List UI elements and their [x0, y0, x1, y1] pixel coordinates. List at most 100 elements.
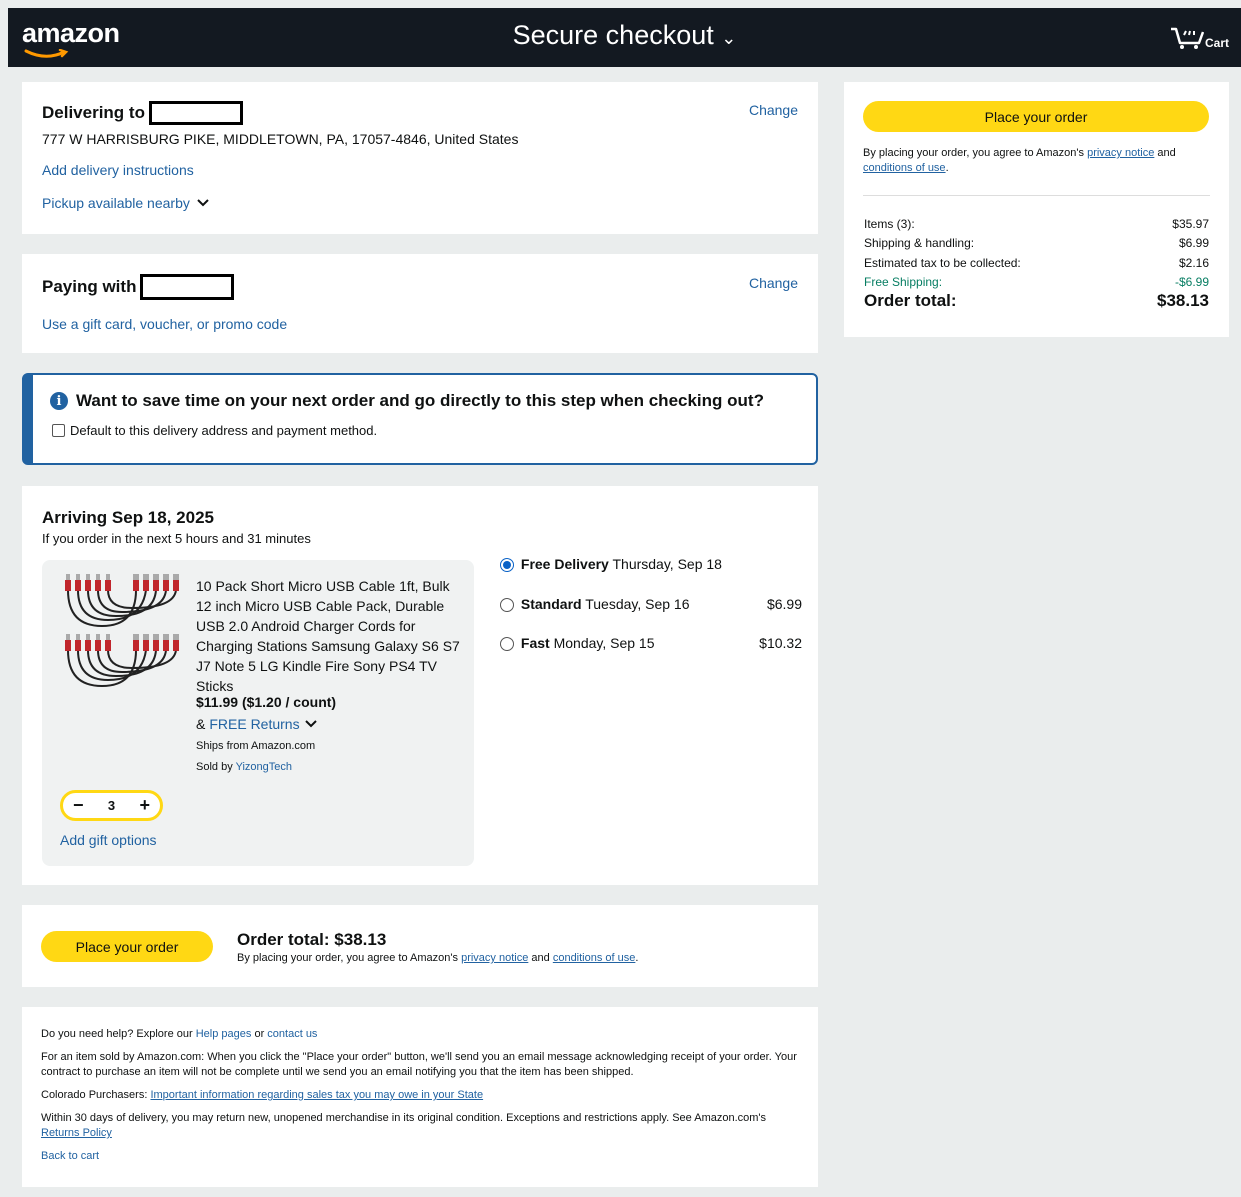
chevron-down-icon: [197, 199, 209, 207]
row-label: Items (3):: [864, 217, 915, 231]
bottom-order-section: Place your order Order total: $38.13 By …: [22, 905, 818, 987]
option-date: Monday, Sep 15: [553, 635, 655, 651]
fast-price: $10.32: [759, 635, 802, 651]
default-address-checkbox-row[interactable]: Default to this delivery address and pay…: [52, 423, 377, 438]
or-text: or: [254, 1028, 265, 1040]
returns-note: Within 30 days of delivery, you may retu…: [41, 1112, 767, 1124]
payment-heading: Paying with: [42, 274, 235, 300]
row-label: Estimated tax to be collected:: [864, 256, 1021, 270]
radio-free-delivery[interactable]: [500, 558, 514, 573]
save-time-banner: i Want to save time on your next order a…: [22, 373, 818, 465]
change-address-link[interactable]: Change: [749, 102, 798, 118]
total-value: $38.13: [1157, 291, 1209, 310]
conditions-of-use-link[interactable]: conditions of use: [553, 952, 636, 964]
product-image[interactable]: [62, 574, 186, 702]
minus-icon[interactable]: −: [73, 795, 84, 816]
delivery-heading-text: Delivering to: [42, 103, 145, 122]
amazon-order-note: For an item sold by Amazon.com: When you…: [41, 1051, 797, 1078]
summary-row-free-shipping: Free Shipping: -$6.99: [864, 275, 1209, 289]
option-name: Fast: [520, 635, 550, 651]
payment-heading-text: Paying with: [42, 277, 137, 296]
row-value: $35.97: [1172, 217, 1209, 231]
period: .: [945, 162, 949, 174]
agree-prefix: By placing your order, you agree to Amaz…: [237, 952, 459, 964]
free-returns-link: FREE Returns: [209, 716, 300, 732]
place-order-button[interactable]: Place your order: [863, 101, 1209, 132]
summary-order-total: Order total: $38.13: [864, 291, 1209, 311]
conditions-of-use-link[interactable]: conditions of use: [863, 162, 946, 174]
redacted-name: [148, 101, 243, 125]
help-prefix: Do you need help? Explore our: [41, 1028, 193, 1040]
period: .: [635, 952, 639, 964]
returns-policy-link[interactable]: Returns Policy: [41, 1127, 112, 1139]
chevron-down-icon: [304, 720, 317, 728]
summary-row-tax: Estimated tax to be collected: $2.16: [864, 256, 1209, 270]
plus-icon[interactable]: +: [139, 795, 150, 816]
privacy-notice-link[interactable]: privacy notice: [461, 952, 528, 964]
place-order-button-bottom[interactable]: Place your order: [41, 931, 213, 962]
product-card: 10 Pack Short Micro USB Cable 1ft, Bulk …: [42, 560, 474, 866]
cart-button[interactable]: Cart: [1170, 26, 1229, 50]
summary-divider: [863, 195, 1210, 196]
product-title[interactable]: 10 Pack Short Micro USB Cable 1ft, Bulk …: [196, 576, 464, 696]
delivery-option-fast[interactable]: Fast Monday, Sep 15: [500, 635, 655, 652]
radio-standard[interactable]: [500, 598, 514, 613]
change-payment-link[interactable]: Change: [749, 275, 798, 291]
privacy-notice-link[interactable]: privacy notice: [1087, 147, 1154, 159]
pickup-nearby-link: Pickup available nearby: [42, 195, 190, 211]
option-date: Tuesday, Sep 16: [585, 596, 690, 612]
top-header: amazon Secure checkout ⌄ Cart: [8, 8, 1241, 67]
seller-link[interactable]: YizongTech: [236, 761, 292, 773]
radio-fast[interactable]: [500, 637, 514, 652]
payment-section: Paying with Change Use a gift card, vouc…: [22, 254, 818, 353]
default-address-label: Default to this delivery address and pay…: [70, 423, 378, 438]
add-delivery-instructions-link[interactable]: Add delivery instructions: [42, 162, 194, 178]
row-value: $6.99: [1178, 236, 1209, 250]
gift-card-promo-link[interactable]: Use a gift card, voucher, or promo code: [42, 316, 287, 332]
add-gift-options-link[interactable]: Add gift options: [60, 832, 157, 848]
sold-by-row: Sold by YizongTech: [196, 761, 292, 773]
delivery-heading: Delivering to: [42, 101, 243, 125]
sold-by-prefix: Sold by: [196, 761, 233, 773]
back-to-cart-link[interactable]: Back to cart: [41, 1150, 99, 1162]
agree-prefix: By placing your order, you agree to Amaz…: [863, 147, 1085, 159]
row-label: Shipping & handling:: [864, 236, 975, 250]
cart-label: Cart: [1204, 36, 1229, 50]
chevron-down-icon: ⌄: [721, 28, 737, 48]
checkout-title-text: Secure checkout: [512, 20, 714, 50]
option-date: Thursday, Sep 18: [612, 556, 722, 572]
standard-price: $6.99: [766, 596, 802, 612]
order-summary: Place your order By placing your order, …: [844, 82, 1229, 337]
help-footer: Do you need help? Explore our Help pages…: [22, 1007, 818, 1187]
summary-row-items: Items (3): $35.97: [864, 217, 1209, 231]
quantity-value: 3: [107, 798, 116, 813]
banner-question-text: Want to save time on your next order and…: [76, 391, 764, 410]
product-price: $11.99 ($1.20 / count): [196, 694, 337, 710]
contact-us-link[interactable]: contact us: [267, 1028, 317, 1040]
help-pages-link[interactable]: Help pages: [196, 1028, 252, 1040]
bottom-agreement: By placing your order, you agree to Amaz…: [237, 952, 638, 964]
bottom-order-total: Order total: $38.13: [237, 930, 387, 949]
help-line: Do you need help? Explore our Help pages…: [41, 1027, 799, 1042]
colorado-tax-link[interactable]: Important information regarding sales ta…: [150, 1089, 483, 1101]
shipment-section: Arriving Sep 18, 2025 If you order in th…: [22, 486, 818, 885]
cart-icon: [1170, 27, 1204, 49]
and-text: and: [1157, 147, 1176, 159]
default-address-checkbox[interactable]: [52, 424, 65, 437]
delivery-option-free[interactable]: Free Delivery Thursday, Sep 18: [500, 556, 722, 573]
total-label: Order total:: [864, 291, 957, 310]
free-returns-prefix: &: [196, 716, 206, 732]
option-name: Standard: [520, 596, 582, 612]
returns-line: Within 30 days of delivery, you may retu…: [41, 1111, 799, 1141]
delivery-option-standard[interactable]: Standard Tuesday, Sep 16: [500, 596, 690, 613]
row-label: Free Shipping:: [864, 275, 943, 289]
colorado-line: Colorado Purchasers: Important informati…: [41, 1088, 799, 1103]
row-value: $2.16: [1178, 256, 1209, 270]
checkout-title[interactable]: Secure checkout ⌄: [8, 20, 1241, 51]
pickup-nearby-toggle[interactable]: Pickup available nearby: [42, 195, 209, 211]
quantity-stepper: − 3 +: [60, 790, 163, 821]
arriving-date: Arriving Sep 18, 2025: [42, 508, 214, 527]
info-icon: i: [50, 392, 68, 410]
order-countdown: If you order in the next 5 hours and 31 …: [42, 531, 311, 546]
free-returns-row[interactable]: & FREE Returns: [196, 716, 317, 732]
